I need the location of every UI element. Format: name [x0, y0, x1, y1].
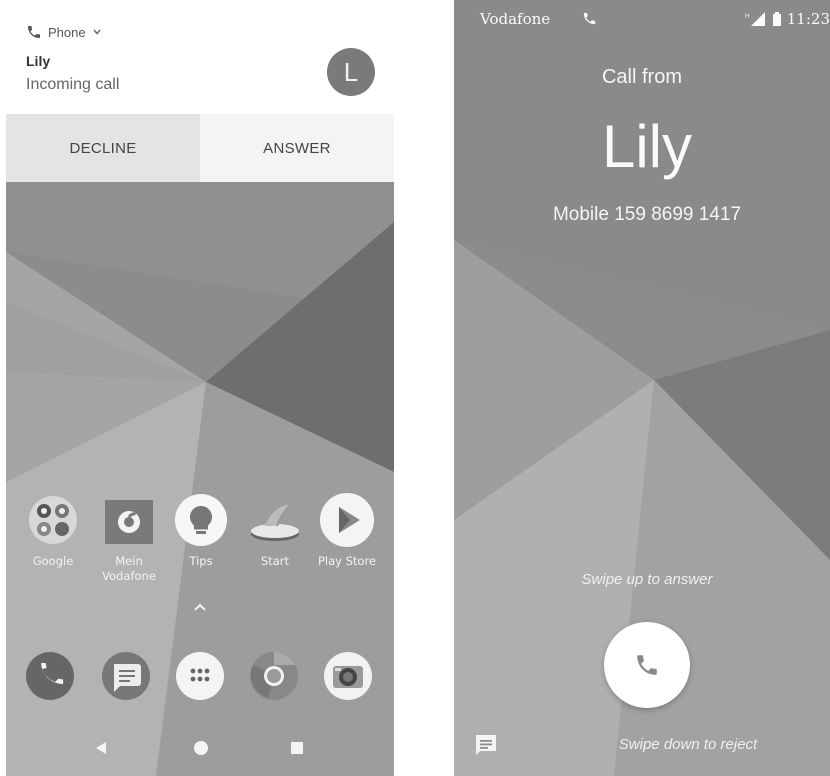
caller-name: Lily	[601, 113, 693, 180]
incoming-call-screen: Vodafone H 11:23 Call from Lily Mobile 1…	[454, 0, 830, 776]
swipe-down-hint: Swipe down to reject	[618, 736, 758, 753]
app-label: Tips	[189, 554, 213, 568]
app-google[interactable]: Google	[18, 496, 88, 569]
answer-button[interactable]: ANSWER	[200, 114, 394, 182]
app-tips[interactable]: Tips	[166, 494, 236, 569]
app-label: Play Store	[317, 554, 377, 568]
message-reply-icon[interactable]	[474, 733, 498, 757]
camera-icon[interactable]	[324, 652, 372, 700]
status-right: H 11:23	[745, 10, 830, 28]
caller-number: Mobile 159 8699 1417	[552, 204, 742, 225]
app-play-store[interactable]: Play Store	[312, 493, 382, 569]
decline-button[interactable]: DECLINE	[6, 114, 200, 182]
svg-text:H: H	[745, 14, 749, 20]
avatar: L	[327, 48, 375, 96]
phone-icon	[637, 655, 657, 675]
incoming-call-notification[interactable]: Phone Lily Incoming call L DECLINE ANSWE…	[6, 0, 394, 182]
call-status: Incoming call	[26, 76, 120, 93]
navigation-bar	[6, 730, 394, 770]
tips-bulb-icon	[175, 494, 227, 546]
answer-call-button[interactable]	[604, 622, 690, 708]
app-mein-vodafone[interactable]: Mein Vodafone	[94, 496, 164, 584]
app-label: Start	[260, 554, 290, 568]
messages-icon[interactable]	[102, 652, 150, 700]
home-app-row: Google Mein Vodafone Tips Start Play Sto…	[6, 493, 394, 606]
clock: 11:23	[786, 10, 830, 28]
status-bar: Vodafone H 11:23	[454, 0, 830, 36]
chevron-up-icon[interactable]	[192, 600, 208, 616]
swipe-up-hint: Swipe up to answer	[581, 571, 713, 588]
phone-icon[interactable]	[26, 652, 74, 700]
start-icon	[251, 503, 299, 541]
back-icon[interactable]	[94, 740, 108, 756]
google-folder-icon	[29, 496, 77, 544]
notification-app-name: Phone	[48, 24, 86, 40]
vodafone-icon	[105, 500, 153, 544]
chevron-down-icon[interactable]	[92, 27, 102, 37]
carrier-name: Vodafone	[480, 10, 551, 28]
home-screen-with-call-notification: Phone Lily Incoming call L DECLINE ANSWE…	[6, 0, 394, 776]
phone-icon	[28, 26, 40, 38]
app-drawer-icon[interactable]	[176, 652, 224, 700]
call-actions: DECLINE ANSWER	[6, 114, 394, 182]
chrome-icon[interactable]	[250, 652, 298, 700]
app-start[interactable]: Start	[240, 496, 310, 569]
notification-header: Phone	[26, 22, 102, 42]
app-label: Mein Vodafone	[102, 554, 156, 583]
call-status-icon	[583, 12, 596, 25]
recents-icon[interactable]	[290, 741, 304, 755]
battery-icon	[772, 12, 781, 26]
play-store-icon	[320, 493, 374, 547]
dock	[6, 652, 394, 708]
call-from-label: Call from	[601, 66, 682, 88]
caller-name: Lily	[26, 53, 51, 69]
home-icon[interactable]	[192, 739, 210, 757]
app-label: Google	[32, 554, 74, 568]
signal-icon: H	[745, 12, 765, 26]
